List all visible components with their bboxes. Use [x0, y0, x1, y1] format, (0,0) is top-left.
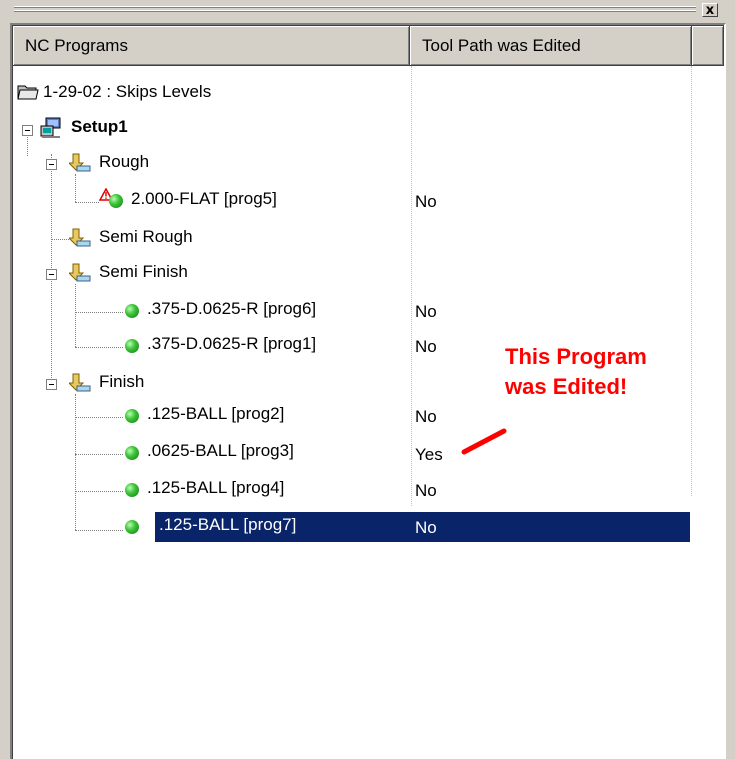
program-ball-icon: [109, 194, 123, 208]
tree-item-label: Finish: [99, 372, 145, 391]
tree-item-label: Semi Rough: [99, 227, 193, 246]
tree-item-setup[interactable]: Setup1: [13, 114, 724, 148]
operation-icon: [69, 373, 91, 392]
collapse-icon[interactable]: [46, 159, 57, 170]
tree-item-prog5[interactable]: 2.000-FLAT [prog5] No: [13, 186, 724, 220]
program-ball-icon: [125, 520, 139, 534]
tree-item-semi-finish[interactable]: Semi Finish: [13, 259, 724, 293]
tree-item-label: .125-BALL [prog7]: [159, 515, 297, 534]
tree-item-folder[interactable]: 1-29-02 : Skips Levels: [13, 79, 724, 113]
tree-item-label: .0625-BALL [prog3]: [147, 441, 294, 460]
tree-item-prog7[interactable]: .125-BALL [prog7] No: [13, 512, 724, 546]
tree-item-prog4[interactable]: .125-BALL [prog4] No: [13, 475, 724, 509]
tree-item-prog6[interactable]: .375-D.0625-R [prog6] No: [13, 296, 724, 330]
tree-item-label: .125-BALL [prog2]: [147, 404, 285, 423]
tree-item-semi-rough[interactable]: Semi Rough: [13, 224, 724, 258]
annotation-line: was Edited!: [505, 374, 628, 399]
tree-item-label: .125-BALL [prog4]: [147, 478, 285, 497]
column-header-nc-programs[interactable]: NC Programs: [13, 26, 410, 66]
edited-value: No: [415, 337, 437, 356]
operation-icon: [69, 228, 91, 247]
tree-item-label: 2.000-FLAT [prog5]: [131, 189, 277, 208]
folder-icon: [17, 85, 39, 100]
operation-icon: [69, 263, 91, 282]
edited-value: No: [415, 518, 437, 537]
tree-item-label: Rough: [99, 152, 150, 171]
collapse-icon[interactable]: [22, 125, 33, 136]
edited-value: No: [415, 407, 437, 426]
edited-value: Yes: [415, 445, 443, 464]
edited-value: No: [415, 302, 437, 321]
tree-item-label: .375-D.0625-R [prog1]: [147, 334, 317, 353]
collapse-icon[interactable]: [46, 269, 57, 280]
column-header-tool-path-edited[interactable]: Tool Path was Edited: [410, 26, 692, 66]
panel-grip-bar[interactable]: [14, 4, 696, 16]
tree-item-rough[interactable]: Rough: [13, 149, 724, 183]
close-icon: x: [705, 3, 715, 18]
program-ball-icon: [125, 483, 139, 497]
operation-icon: [69, 153, 91, 172]
tree-item-label: 1-29-02 : Skips Levels: [43, 82, 212, 101]
tree-item-prog2[interactable]: .125-BALL [prog2] No: [13, 401, 724, 435]
edited-value: No: [415, 481, 437, 500]
annotation-line: This Program: [505, 344, 647, 369]
tree-item-label: Setup1: [71, 117, 128, 136]
program-ball-icon: [125, 409, 139, 423]
nc-programs-panel: x NC Programs Tool Path was Edited 1-29-…: [0, 0, 735, 759]
tree-item-label: .375-D.0625-R [prog6]: [147, 299, 317, 318]
column-header-empty[interactable]: [692, 26, 724, 66]
collapse-icon[interactable]: [46, 379, 57, 390]
edited-value: No: [415, 192, 437, 211]
program-ball-icon: [125, 339, 139, 353]
list-header: NC Programs Tool Path was Edited: [13, 26, 724, 66]
tree-item-label: Semi Finish: [99, 262, 188, 281]
close-button[interactable]: x: [702, 3, 718, 18]
tree-item-prog3[interactable]: .0625-BALL [prog3] Yes: [13, 438, 724, 472]
program-ball-icon: [125, 446, 139, 460]
setup-icon: [40, 117, 61, 138]
program-ball-icon: [125, 304, 139, 318]
annotation-text: This Program was Edited!: [505, 342, 647, 402]
annotation-arrow-stroke: [461, 428, 507, 455]
